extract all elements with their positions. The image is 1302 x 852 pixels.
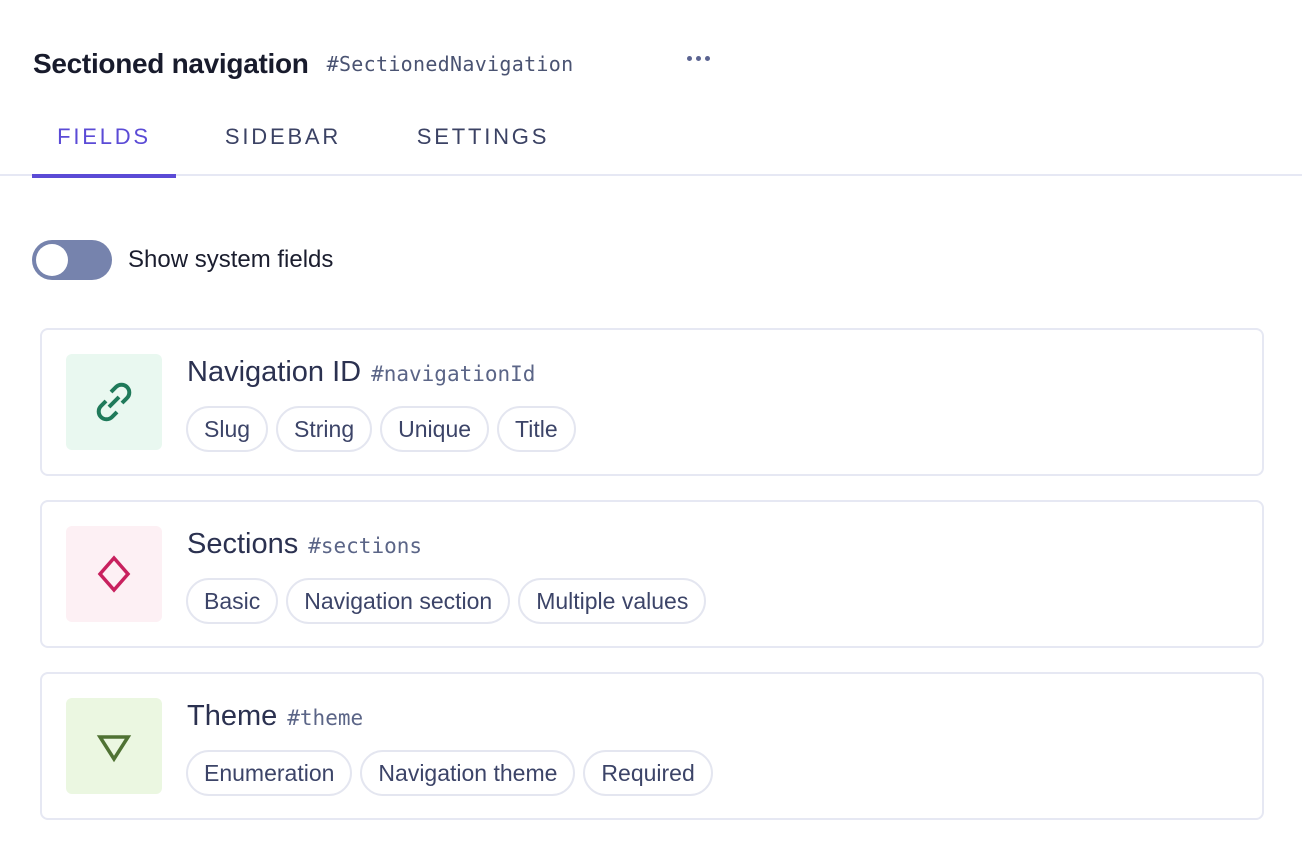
chip: Required [583,750,713,796]
chip: Multiple values [518,578,707,624]
field-card-sections[interactable]: Sections #sections Basic Navigation sect… [40,500,1264,648]
tab-sidebar[interactable]: SIDEBAR [222,124,344,176]
tab-bar: FIELDS SIDEBAR SETTINGS [0,110,1302,178]
tab-fields[interactable]: FIELDS [32,124,176,178]
field-type-icon-box [66,698,162,794]
more-horizontal-icon-dot [695,55,701,61]
more-horizontal-icon [686,55,692,61]
link-icon [96,382,132,422]
chip: Basic [186,578,279,624]
chip: Slug [186,406,269,452]
chip: Navigation section [286,578,511,624]
field-type-icon-box [66,354,162,450]
enumeration-triangle-icon [96,735,132,763]
field-title-row: Navigation ID #navigationId [187,356,535,389]
model-header: Sectioned navigation #SectionedNavigatio… [33,44,710,84]
field-api-id: #sections [308,534,423,558]
more-horizontal-icon-dot [704,55,710,61]
field-name: Theme [187,700,278,732]
chip: Enumeration [186,750,353,796]
field-chips: Basic Navigation section Multiple values [186,578,707,624]
field-card-theme[interactable]: Theme #theme Enumeration Navigation them… [40,672,1264,820]
field-api-id: #navigationId [371,362,536,386]
field-chips: Slug String Unique Title [186,406,576,452]
show-system-fields-toggle[interactable] [32,240,112,280]
show-system-fields-row: Show system fields [32,240,333,280]
model-api-id: #SectionedNavigation [326,52,574,76]
chip: String [276,406,373,452]
field-title-row: Sections #sections [187,528,422,561]
field-type-icon-box [66,526,162,622]
field-card-navigation-id[interactable]: Navigation ID #navigationId Slug String … [40,328,1264,476]
field-api-id: #theme [287,706,364,730]
field-name: Sections [187,528,299,560]
diamond-icon [97,555,131,593]
toggle-knob [36,244,68,276]
chip: Title [497,406,576,452]
page-title: Sectioned navigation [33,48,309,79]
field-chips: Enumeration Navigation theme Required [186,750,713,796]
tab-settings[interactable]: SETTINGS [413,124,553,176]
chip: Unique [380,406,490,452]
field-title-row: Theme #theme [187,700,363,733]
show-system-fields-label[interactable]: Show system fields [128,246,333,274]
more-options-button[interactable] [683,46,713,70]
field-name: Navigation ID [187,356,362,388]
chip: Navigation theme [360,750,576,796]
